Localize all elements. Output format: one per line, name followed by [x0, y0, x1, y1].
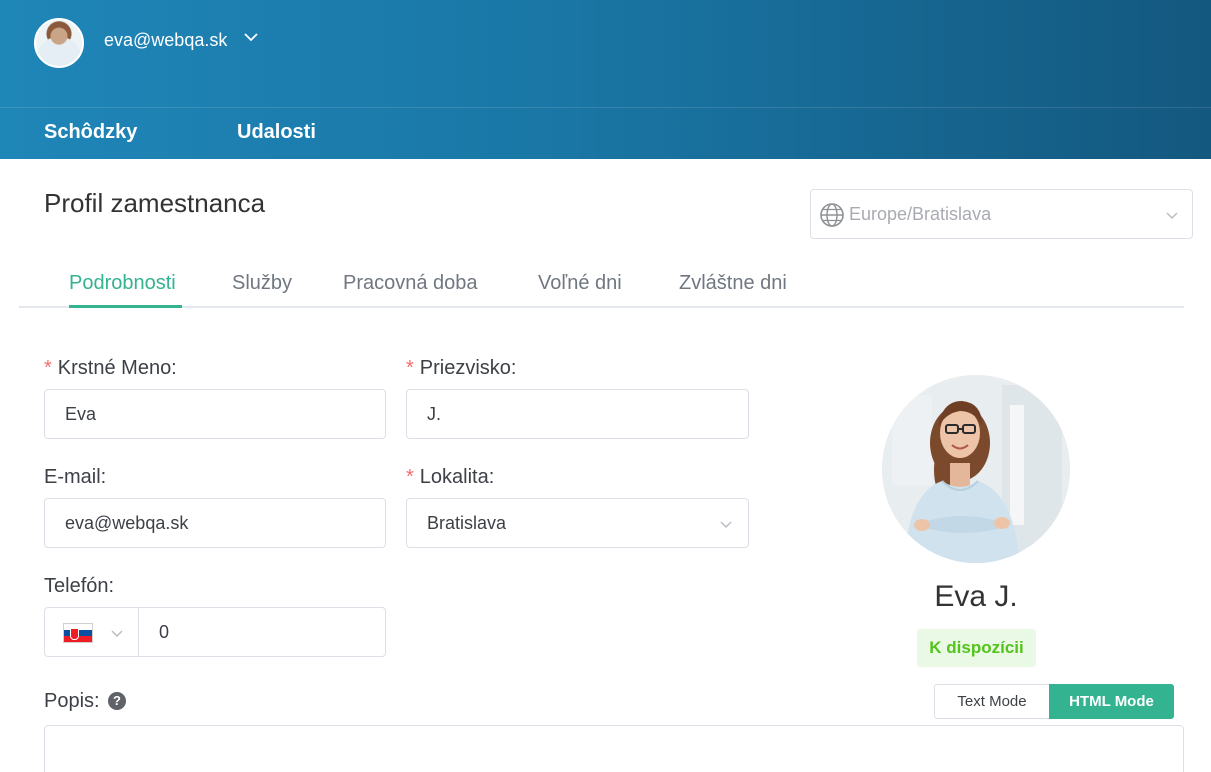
location-label: * Lokalita:: [406, 466, 495, 488]
chevron-down-icon[interactable]: [243, 29, 259, 45]
last-name-field[interactable]: J.: [406, 389, 749, 439]
text-mode-button[interactable]: Text Mode: [934, 684, 1050, 719]
email-value: eva@webqa.sk: [65, 513, 189, 533]
status-badge: K dispozícii: [917, 629, 1036, 667]
profile-name: Eva J.: [934, 580, 1018, 613]
last-name-label: * Priezvisko:: [406, 357, 517, 379]
location-select[interactable]: Bratislava: [406, 498, 749, 548]
tab-special-days[interactable]: Zvláštne dni: [679, 272, 787, 295]
phone-value[interactable]: 0: [159, 622, 169, 643]
profile-photo-image: [882, 375, 1070, 563]
country-code-select[interactable]: [45, 608, 139, 656]
required-mark: *: [406, 466, 414, 488]
tab-days-off[interactable]: Voľné dni: [538, 272, 622, 295]
chevron-down-icon: [111, 630, 123, 637]
description-editor[interactable]: [44, 725, 1184, 772]
html-mode-button[interactable]: HTML Mode: [1049, 684, 1174, 719]
slovakia-flag-icon: [63, 623, 93, 643]
page-title: Profil zamestnanca: [44, 188, 266, 218]
email-field[interactable]: eva@webqa.sk: [44, 498, 386, 548]
chevron-down-icon: [1166, 212, 1178, 219]
timezone-value: Europe/Bratislava: [849, 204, 992, 224]
timezone-select[interactable]: Europe/Bratislava: [810, 189, 1193, 239]
header-top-bar: eva@webqa.sk: [0, 0, 1211, 108]
chevron-down-icon: [720, 521, 732, 528]
active-tab-indicator: [69, 305, 182, 308]
globe-icon: [820, 203, 844, 227]
first-name-value: Eva: [65, 404, 97, 424]
required-mark: *: [406, 357, 414, 379]
location-value: Bratislava: [427, 513, 507, 533]
nav-item-meetings[interactable]: Schôdzky: [44, 121, 137, 144]
profile-tabs: Podrobnosti Služby Pracovná doba Voľné d…: [19, 262, 1184, 308]
editor-mode-toggle: Text Mode HTML Mode: [934, 684, 1174, 719]
nav-item-events[interactable]: Udalosti: [237, 121, 316, 144]
profile-photo[interactable]: [882, 375, 1070, 563]
tab-services[interactable]: Služby: [232, 272, 292, 295]
first-name-field[interactable]: Eva: [44, 389, 386, 439]
required-mark: *: [44, 357, 52, 379]
user-email[interactable]: eva@webqa.sk: [104, 30, 227, 51]
email-label: E-mail:: [44, 466, 107, 488]
tab-details[interactable]: Podrobnosti: [69, 272, 176, 295]
phone-label: Telefón:: [44, 575, 115, 597]
description-label: Popis:: [44, 690, 100, 712]
last-name-value: J.: [427, 404, 442, 424]
phone-field: 0: [44, 607, 386, 657]
tab-working-hours[interactable]: Pracovná doba: [343, 272, 478, 295]
first-name-label: * Krstné Meno:: [44, 357, 177, 379]
help-icon[interactable]: ?: [108, 692, 126, 710]
user-avatar[interactable]: [34, 18, 84, 68]
app-header: eva@webqa.sk Schôdzky Udalosti: [0, 0, 1211, 159]
